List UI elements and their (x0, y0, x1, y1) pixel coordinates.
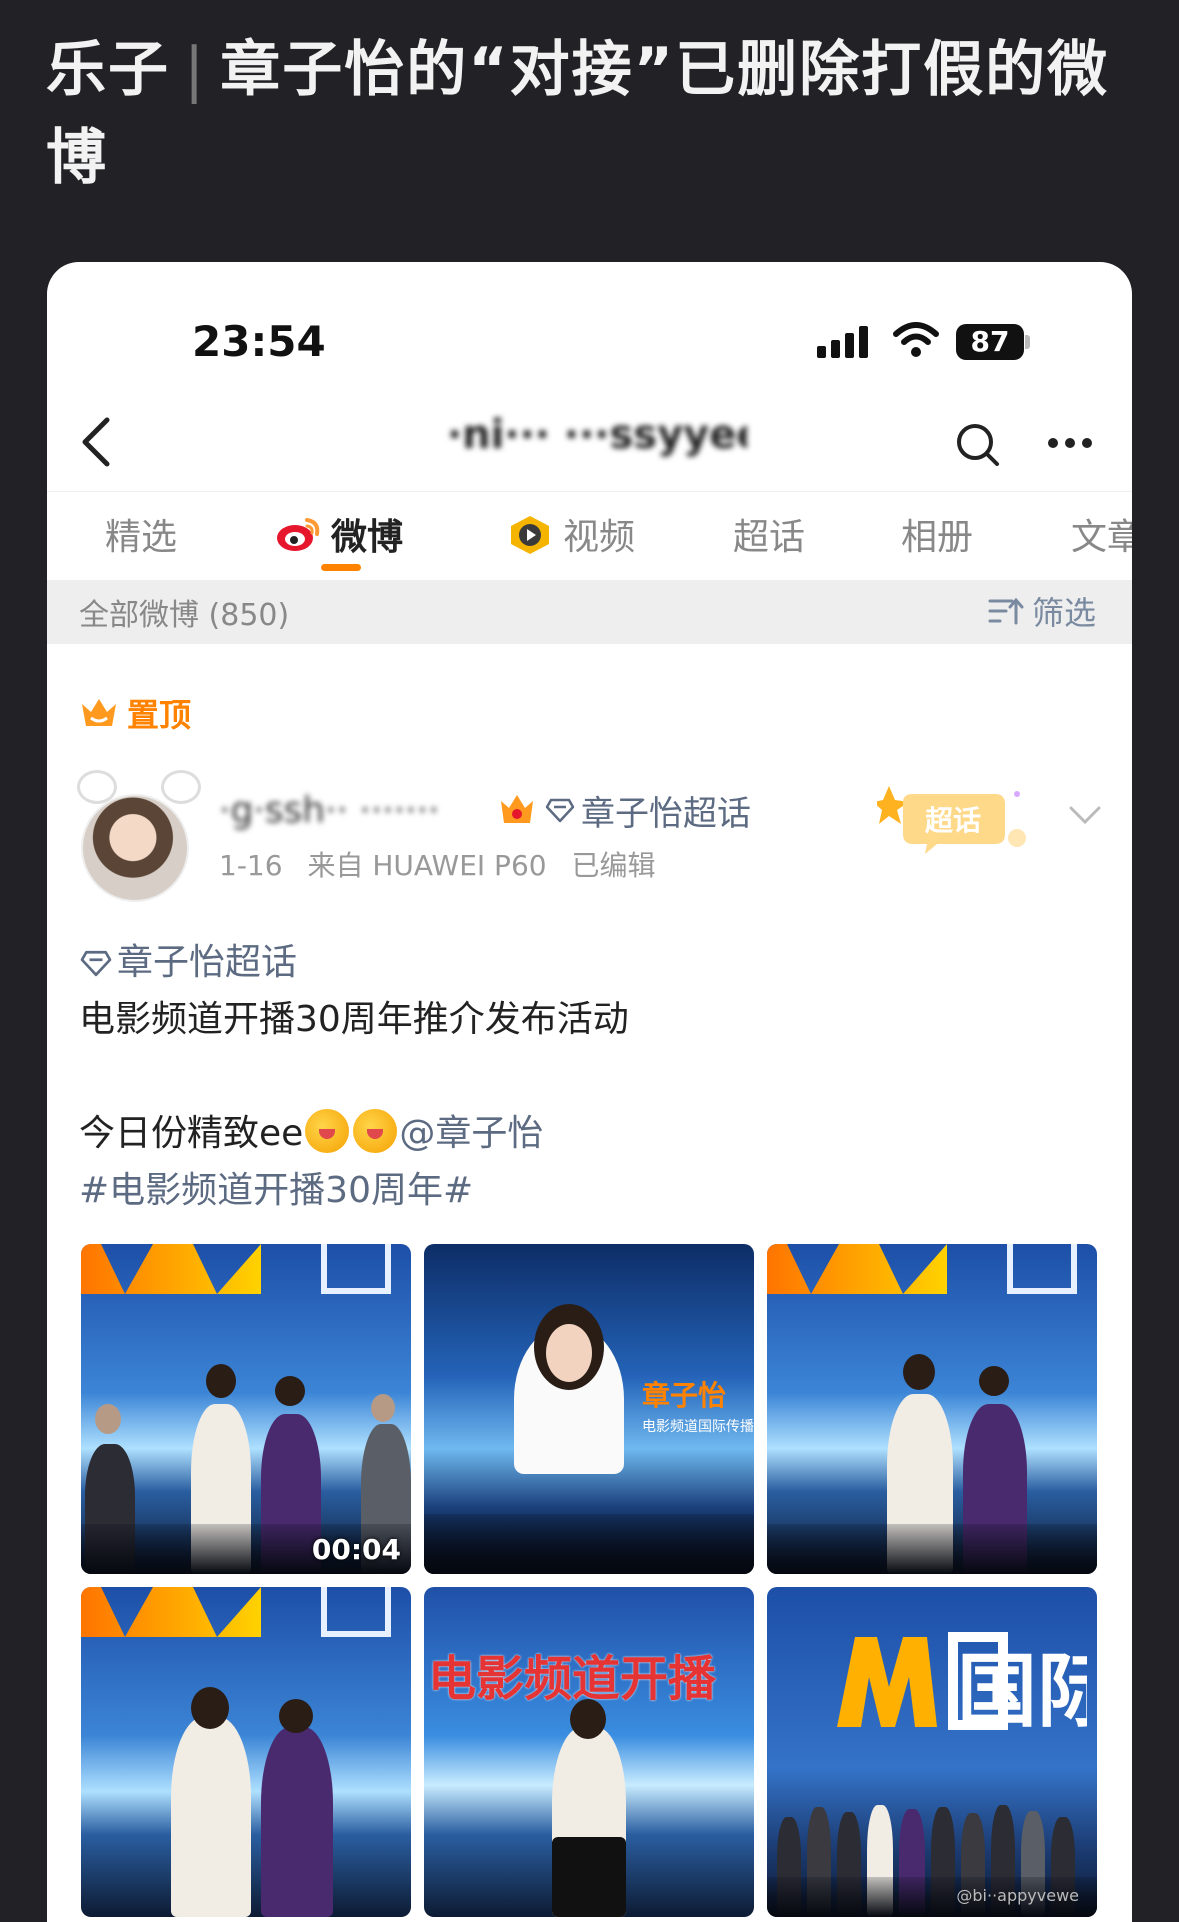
tab-weibo[interactable]: 微博 (275, 504, 403, 564)
pinned-label: 置顶 (127, 696, 192, 734)
mention-link[interactable]: @章子怡 (399, 1113, 543, 1154)
video-duration: 00:04 (311, 1533, 401, 1566)
kissing-face-emoji-icon (305, 1109, 350, 1153)
article-title-part1: 乐子 (46, 35, 170, 105)
post-author-row: ·g·ssh·· ······· 章子怡超话 (219, 782, 751, 838)
photo-thumbnail-video[interactable]: 00:04 (81, 1244, 411, 1574)
crown-badge-icon (501, 795, 533, 823)
tab-album[interactable]: 相册 (901, 504, 973, 564)
wifi-icon (893, 322, 939, 357)
kissing-face-emoji-icon (353, 1109, 398, 1153)
post-date: 1-16 (219, 849, 283, 882)
watermark-text: @bi··appyvewe (956, 1886, 1079, 1905)
filter-sort-icon (988, 597, 1024, 625)
profile-tabs: 精选 微博 视频 超话 相册 文章 (47, 494, 1132, 576)
article-title: 乐子 | 章子怡的“对接”已删除打假的微博 (46, 26, 1146, 202)
cmg-logo-icon (81, 1587, 261, 1637)
cmg-logo-icon (767, 1244, 947, 1294)
filter-bar: 全部微博 (850) 筛选 (47, 580, 1132, 644)
post-body: 章子怡超话 电影频道开播30周年推介发布活动 今日份精致ee @章子怡 #电影频道… (79, 934, 1079, 1219)
badge-label: 超话 (925, 804, 981, 837)
filter-button[interactable]: 筛选 (988, 588, 1096, 634)
chevron-left-icon[interactable] (75, 412, 119, 472)
supertopic-badge-icon[interactable]: 超话 (877, 782, 1027, 862)
post-edited: 已编辑 (571, 849, 656, 882)
phone-screenshot: 23:54 87 ·ni··· ···ssyyee 精选 微博 视频 超话 相册… (47, 262, 1132, 1922)
tab-articles[interactable]: 文章 (1071, 504, 1132, 564)
search-icon[interactable] (953, 420, 1001, 468)
title-separator: | (184, 35, 207, 105)
screen-subtitle: 电影频道国际传播 (642, 1419, 754, 1435)
diamond-icon (80, 950, 112, 976)
hashtag-link[interactable]: #电影频道开播30周年# (79, 1162, 1079, 1219)
status-bar: 23:54 87 (47, 262, 1132, 372)
weibo-logo-icon (277, 518, 320, 551)
logo-frame (321, 1587, 391, 1637)
supertopic-link[interactable]: 章子怡超话 (545, 786, 751, 835)
tab-supertopic[interactable]: 超话 (733, 504, 805, 564)
tab-video[interactable]: 视频 (507, 504, 635, 564)
active-tab-indicator (321, 564, 361, 571)
battery-icon: 87 (956, 324, 1030, 360)
all-posts-count: 全部微博 (850) (79, 598, 290, 633)
username-blurred[interactable]: ·g·ssh·· ······· (219, 790, 489, 831)
video-play-icon (511, 516, 549, 554)
avatar-image (81, 794, 189, 902)
screen-name: 章子怡 (642, 1379, 727, 1412)
photo-thumbnail[interactable] (767, 1244, 1097, 1574)
avatar[interactable] (77, 770, 201, 902)
cmg-logo-icon: 国际 (837, 1632, 1087, 1737)
cat-ear-right-icon (161, 770, 201, 804)
profile-name-blurred: ·ni··· ···ssyyee (447, 412, 747, 458)
photo-thumbnail[interactable]: 电影频道开播 (424, 1587, 754, 1917)
post-meta: 1-16 来自 HUAWEI P60 已编辑 (219, 844, 672, 884)
post-supertopic-tag[interactable]: 章子怡超话 (79, 934, 1079, 991)
post-line-1: 电影频道开播30周年推介发布活动 (79, 999, 629, 1040)
more-dots-icon[interactable] (1045, 428, 1095, 458)
cellular-signal-icon (817, 326, 875, 358)
pinned-marker: 置顶 (79, 690, 191, 736)
battery-level: 87 (956, 324, 1024, 360)
photo-thumbnail[interactable]: 章子怡 电影频道国际传播 (424, 1244, 754, 1574)
tab-featured[interactable]: 精选 (105, 504, 177, 564)
post-line-2: 今日份精致ee @章子怡 (79, 1105, 1079, 1162)
logo-text: 国际 (957, 1645, 1087, 1737)
cmg-logo-icon (81, 1244, 261, 1294)
top-navbar: ·ni··· ···ssyyee (47, 392, 1132, 492)
crown-icon (82, 699, 116, 726)
chevron-down-icon[interactable] (1065, 800, 1105, 830)
status-time: 23:54 (192, 317, 326, 366)
screen-banner-text: 电影频道开播 (428, 1651, 717, 1707)
post-device: 来自 HUAWEI P60 (307, 849, 547, 882)
logo-frame (1007, 1244, 1077, 1294)
diamond-icon (545, 798, 575, 823)
logo-frame (321, 1244, 391, 1294)
photo-thumbnail[interactable] (81, 1587, 411, 1917)
photo-thumbnail[interactable]: 国际 @bi··appyvewe (767, 1587, 1097, 1917)
